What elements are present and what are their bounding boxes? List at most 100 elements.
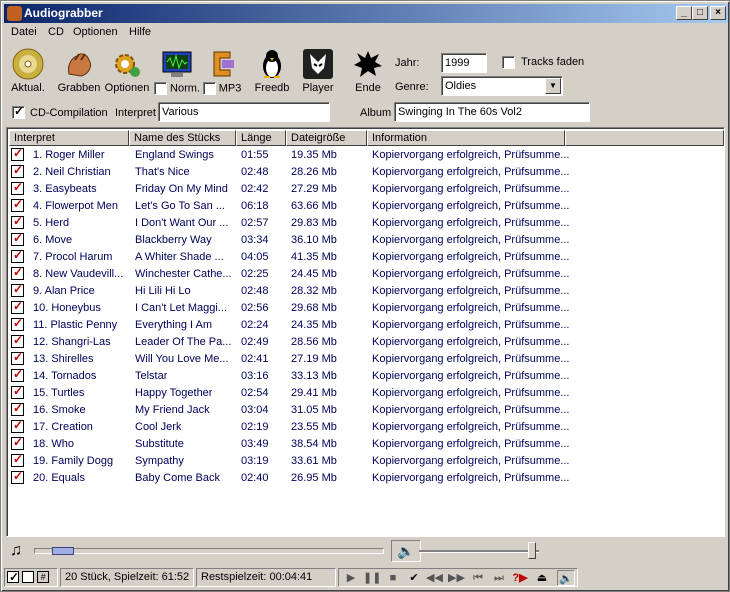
player-button[interactable]: Player: [300, 48, 336, 98]
track-checkbox[interactable]: [11, 214, 24, 229]
track-checkbox[interactable]: [11, 197, 24, 212]
track-artist: 15. Turtles: [33, 387, 85, 399]
next-track-icon[interactable]: ⏭: [491, 570, 507, 586]
mp3-checkbox[interactable]: [202, 82, 216, 95]
volume-track[interactable]: [419, 542, 539, 559]
track-checkbox[interactable]: [11, 401, 24, 416]
track-checkbox[interactable]: [11, 180, 24, 195]
table-row[interactable]: 8. New Vaudevill... Winchester Cathe... 02…: [9, 265, 724, 283]
table-row[interactable]: 13. Shirelles Will You Love Me... 02:41 27.…: [9, 350, 724, 368]
refresh-button[interactable]: Aktual.: [10, 48, 46, 98]
speaker-icon[interactable]: 🔈: [391, 540, 421, 562]
year-field[interactable]: 1999: [441, 53, 487, 73]
normalize-checkbox[interactable]: [153, 82, 167, 95]
menu-cd[interactable]: CD: [48, 26, 64, 38]
track-checkbox[interactable]: [11, 282, 24, 297]
title-bar[interactable]: Audiograbber: [4, 4, 728, 23]
track-info: Kopiervorgang erfolgreich, Prüfsumme...: [372, 268, 570, 280]
table-row[interactable]: 12. Shangri-Las Leader Of The Pa... 02:49 2…: [9, 333, 724, 351]
chevron-down-icon[interactable]: ▼: [545, 78, 561, 94]
eject-icon[interactable]: ⏏: [534, 570, 550, 586]
table-row[interactable]: 11. Plastic Penny Everything I Am 02:24 24.…: [9, 316, 724, 334]
stop-icon[interactable]: ■: [385, 570, 401, 586]
options-button[interactable]: Optionen: [103, 48, 151, 98]
track-checkbox[interactable]: [11, 316, 24, 331]
track-checkbox[interactable]: [11, 435, 24, 450]
track-length: 02:48: [241, 166, 269, 178]
previous-track-icon[interactable]: ⏮: [470, 570, 486, 586]
close-button[interactable]: ×: [710, 6, 726, 20]
compilation-checkbox[interactable]: [12, 104, 25, 119]
track-filesize: 28.32 Mb: [291, 285, 337, 297]
fast-forward-icon[interactable]: ▶▶: [448, 570, 465, 586]
pause-icon[interactable]: ❚❚: [363, 570, 381, 586]
track-checkbox[interactable]: [11, 231, 24, 246]
random-play-icon[interactable]: ?▶: [512, 570, 528, 586]
track-checkbox[interactable]: [11, 384, 24, 399]
table-row[interactable]: 14. Tornados Telstar 03:16 33.13 Mb Kopiervo…: [9, 367, 724, 385]
column-artist[interactable]: Interpret: [9, 130, 129, 146]
track-list[interactable]: Interpret Name des Stücks Länge Dateigrö…: [6, 127, 725, 537]
album-field[interactable]: Swinging In The 60s Vol2: [394, 102, 590, 122]
normalize-toggle[interactable]: Norm.: [153, 48, 201, 98]
gear-icon: [115, 54, 140, 77]
table-row[interactable]: 5. Herd I Don't Want Our ... 02:57 29.83 Mb…: [9, 214, 724, 232]
table-row[interactable]: 15. Turtles Happy Together 02:54 29.41 Mb Ko…: [9, 384, 724, 402]
table-row[interactable]: 4. Flowerpot Men Let's Go To San ... 06:18…: [9, 197, 724, 215]
track-checkbox[interactable]: [11, 248, 24, 263]
track-checkbox[interactable]: [11, 367, 24, 382]
table-row[interactable]: 17. Creation Cool Jerk 02:19 23.55 Mb Kopier…: [9, 418, 724, 436]
column-information[interactable]: Information: [367, 130, 565, 146]
track-info: Kopiervorgang erfolgreich, Prüfsumme...: [372, 472, 570, 484]
freedb-button[interactable]: Freedb: [252, 48, 292, 98]
grab-button[interactable]: Grabben: [56, 48, 102, 98]
track-filesize: 63.66 Mb: [291, 200, 337, 212]
track-checkbox[interactable]: [11, 146, 24, 161]
track-checkbox[interactable]: [11, 265, 24, 280]
table-row[interactable]: 2. Neil Christian That's Nice 02:48 28.26 M…: [9, 163, 724, 181]
fade-checkbox[interactable]: [502, 56, 515, 69]
track-checkbox[interactable]: [11, 469, 24, 484]
menu-datei[interactable]: Datei: [11, 26, 37, 38]
menu-bar: Datei CD Optionen Hilfe: [4, 24, 728, 42]
invert-selection-icon[interactable]: #: [37, 571, 50, 584]
column-title[interactable]: Name des Stücks: [129, 130, 236, 146]
minimize-button[interactable]: _: [676, 6, 692, 20]
track-checkbox[interactable]: [11, 452, 24, 467]
artist-label: Interpret: [115, 107, 156, 119]
table-row[interactable]: 3. Easybeats Friday On My Mind 02:42 27.29 …: [9, 180, 724, 198]
table-row[interactable]: 18. Who Substitute 03:49 38.54 Mb Kopiervorg…: [9, 435, 724, 453]
artist-field[interactable]: Various: [158, 102, 330, 122]
track-checkbox[interactable]: [11, 299, 24, 314]
volume-thumb[interactable]: [528, 542, 536, 559]
select-none-icon[interactable]: [22, 571, 35, 584]
table-row[interactable]: 6. Move Blackberry Way 03:34 36.10 Mb Kopier…: [9, 231, 724, 249]
mp3-toggle[interactable]: MP3: [201, 48, 243, 98]
column-filesize[interactable]: Dateigröße: [286, 130, 367, 146]
position-track[interactable]: [34, 547, 384, 555]
table-row[interactable]: 10. Honeybus I Can't Let Maggi... 02:56 29.…: [9, 299, 724, 317]
table-row[interactable]: 7. Procol Harum A Whiter Shade ... 04:05 41…: [9, 248, 724, 266]
menu-optionen[interactable]: Optionen: [73, 26, 118, 38]
position-thumb[interactable]: [52, 547, 74, 555]
table-row[interactable]: 20. Equals Baby Come Back 02:40 26.95 Mb Kop…: [9, 469, 724, 487]
table-row[interactable]: 9. Alan Price Hi Lili Hi Lo 02:48 28.32 Mb K…: [9, 282, 724, 300]
menu-hilfe[interactable]: Hilfe: [129, 26, 151, 38]
track-info: Kopiervorgang erfolgreich, Prüfsumme...: [372, 149, 570, 161]
rewind-icon[interactable]: ◀◀: [426, 570, 443, 586]
track-checkbox[interactable]: [11, 163, 24, 178]
track-checkbox[interactable]: [11, 418, 24, 433]
check-guitar-icon[interactable]: ✔: [406, 570, 422, 586]
table-row[interactable]: 19. Family Dogg Sympathy 03:19 33.61 Mb Kopi…: [9, 452, 724, 470]
track-checkbox[interactable]: [11, 350, 24, 365]
mute-speaker-icon[interactable]: 🔈: [557, 570, 575, 586]
maximize-button[interactable]: □: [692, 6, 708, 20]
play-icon[interactable]: ▶: [343, 570, 359, 586]
track-checkbox[interactable]: [11, 333, 24, 348]
table-row[interactable]: 16. Smoke My Friend Jack 03:04 31.05 Mb Kopi…: [9, 401, 724, 419]
genre-select[interactable]: Oldies ▼: [441, 76, 563, 96]
select-all-icon[interactable]: [7, 569, 19, 586]
column-length[interactable]: Länge: [236, 130, 286, 146]
table-row[interactable]: 1. Roger Miller England Swings 01:55 19.35 …: [9, 146, 724, 164]
exit-button[interactable]: Ende: [350, 48, 386, 98]
